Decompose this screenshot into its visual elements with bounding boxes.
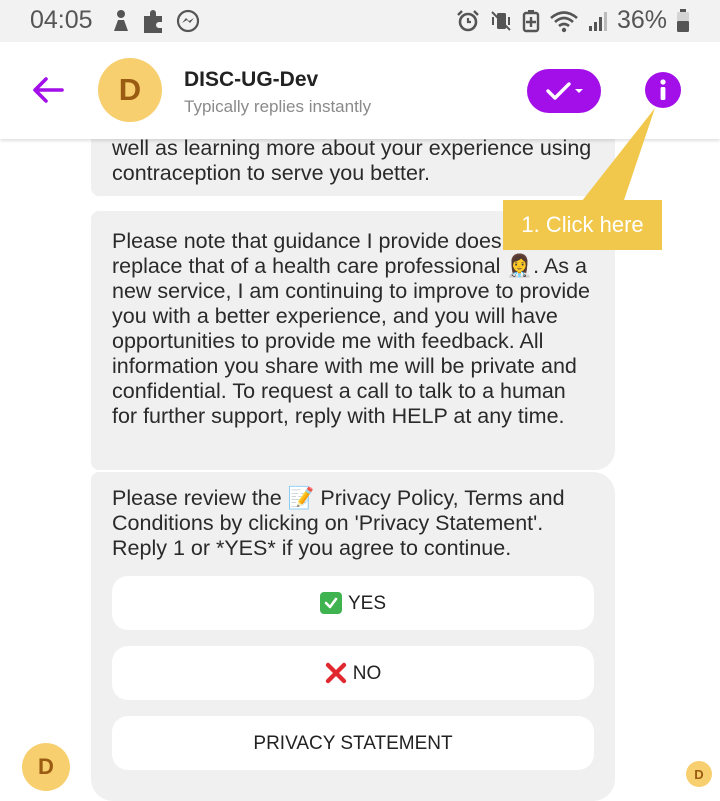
message-text: well as learning more about your experie… bbox=[112, 136, 592, 185]
yes-label: YES bbox=[347, 592, 387, 614]
battery-percent: 36% bbox=[616, 6, 667, 34]
back-button[interactable] bbox=[28, 70, 68, 110]
bot-avatar-small: D bbox=[22, 743, 70, 791]
status-right-icons: 36% bbox=[456, 6, 690, 35]
yes-button[interactable]: YES bbox=[112, 576, 594, 630]
conversation-title: DISC-UG-Dev bbox=[184, 68, 319, 91]
bot-avatar[interactable]: D bbox=[98, 58, 162, 122]
cross-mark-icon bbox=[325, 662, 347, 684]
battery-saver-icon bbox=[522, 9, 540, 32]
message-bubble: well as learning more about your experie… bbox=[91, 129, 615, 196]
person-icon bbox=[114, 10, 128, 31]
privacy-statement-button[interactable]: PRIVACY STATEMENT bbox=[112, 716, 594, 770]
alarm-icon bbox=[457, 9, 479, 31]
battery-icon bbox=[677, 8, 689, 32]
info-icon bbox=[660, 79, 666, 100]
conversation-subtitle: Typically replies instantly bbox=[184, 97, 372, 116]
status-left-icons bbox=[112, 8, 200, 34]
tutorial-callout: 1. Click here bbox=[503, 200, 662, 250]
message-text: Please note that guidance I provide does… bbox=[112, 229, 591, 428]
read-receipt-avatar: D bbox=[686, 761, 712, 787]
puzzle-icon bbox=[144, 10, 162, 33]
no-button[interactable]: NO bbox=[112, 646, 594, 700]
vibrate-icon bbox=[491, 10, 511, 31]
checkmark-icon bbox=[546, 82, 583, 100]
privacy-label: PRIVACY STATEMENT bbox=[253, 732, 453, 754]
status-bar: 04:05 36% bbox=[0, 0, 720, 42]
wifi-icon bbox=[550, 10, 578, 32]
signal-icon bbox=[588, 11, 607, 31]
check-mark-icon bbox=[319, 592, 342, 614]
info-button[interactable] bbox=[645, 72, 681, 108]
status-time: 04:05 bbox=[30, 6, 93, 34]
conversation-header: D DISC-UG-Dev Typically replies instantl… bbox=[0, 42, 720, 139]
messenger-icon bbox=[176, 9, 200, 33]
mark-done-button[interactable] bbox=[527, 69, 601, 113]
no-label: NO bbox=[352, 662, 382, 684]
message-text: Please review the 📝 Privacy Policy, Term… bbox=[112, 486, 565, 560]
message-bubble: Please review the 📝 Privacy Policy, Term… bbox=[91, 472, 615, 801]
back-arrow-icon bbox=[33, 77, 64, 103]
